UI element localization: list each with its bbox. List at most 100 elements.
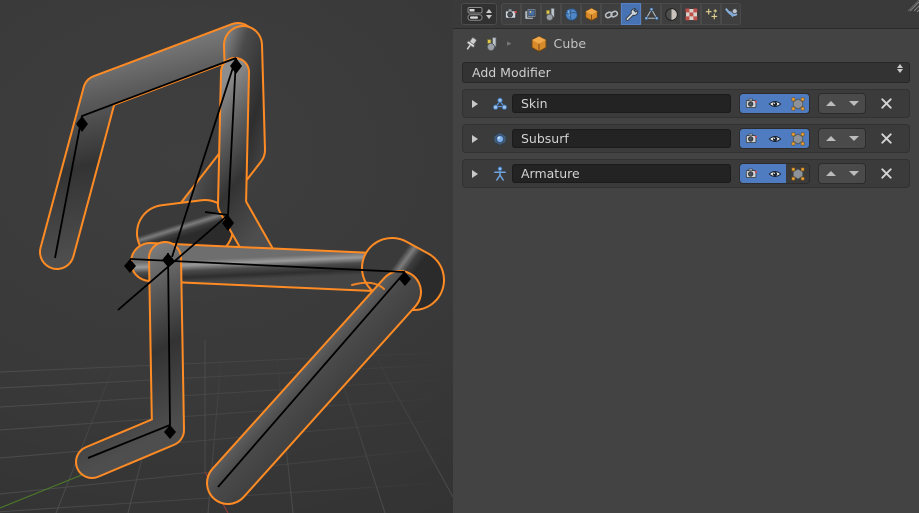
blender-window: ▸ Cube Add Modifier Skin Subsurf Armature bbox=[0, 0, 919, 513]
close-x-icon bbox=[880, 133, 892, 144]
properties-tab-meshdata[interactable] bbox=[641, 3, 661, 25]
modifier-expand-toggle[interactable] bbox=[462, 159, 488, 188]
eye-icon bbox=[768, 170, 781, 177]
modifier-display-toggles bbox=[740, 129, 809, 148]
editor-type-stepper[interactable] bbox=[485, 9, 492, 19]
properties-tab-scene[interactable] bbox=[521, 3, 541, 25]
breadcrumb: ▸ Cube bbox=[453, 29, 919, 58]
properties-tab-render[interactable] bbox=[501, 3, 521, 25]
modifier-type-icon-wrap bbox=[488, 159, 512, 188]
modifier-row[interactable]: Armature bbox=[462, 159, 910, 188]
breadcrumb-object-name: Cube bbox=[553, 36, 587, 51]
photos-icon bbox=[524, 7, 536, 20]
properties-tab-objectdata[interactable] bbox=[581, 3, 601, 25]
toggle-render[interactable] bbox=[740, 129, 763, 148]
properties-tab-strip bbox=[501, 3, 741, 25]
modifier-reorder-buttons bbox=[819, 164, 865, 183]
triangle-down-icon bbox=[848, 171, 859, 176]
toggle-editmode[interactable] bbox=[786, 94, 809, 113]
toggle-editmode[interactable] bbox=[786, 164, 809, 183]
triangle-right-icon bbox=[472, 169, 478, 178]
toggle-editmode[interactable] bbox=[786, 129, 809, 148]
triangle-right-icon bbox=[472, 99, 478, 108]
modifier-display-toggles bbox=[740, 164, 809, 183]
stepper-up-icon bbox=[485, 9, 492, 13]
editmode-icon bbox=[791, 132, 804, 145]
modifier-skin-icon bbox=[492, 97, 508, 110]
eye-icon bbox=[768, 135, 781, 142]
modifier-delete-button[interactable] bbox=[876, 94, 896, 113]
modifier-row[interactable]: Subsurf bbox=[462, 124, 910, 153]
mesh-data-icon bbox=[643, 6, 659, 20]
modifier-move-down-button[interactable] bbox=[842, 94, 865, 113]
properties-header bbox=[453, 0, 919, 29]
properties-tab-material[interactable] bbox=[661, 3, 681, 25]
globe-icon bbox=[564, 7, 578, 21]
cube-icon bbox=[584, 7, 598, 21]
toggle-realtime[interactable] bbox=[763, 94, 786, 113]
pin-icon[interactable] bbox=[463, 36, 479, 52]
object-props-icon[interactable] bbox=[485, 36, 501, 52]
material-sphere-icon bbox=[664, 7, 678, 21]
properties-tab-particles[interactable] bbox=[701, 3, 721, 25]
triangle-right-icon bbox=[472, 134, 478, 143]
properties-tab-texture[interactable] bbox=[681, 3, 701, 25]
object-props-icon bbox=[545, 7, 555, 21]
camera-icon bbox=[745, 98, 757, 108]
camera-icon bbox=[504, 8, 517, 19]
modifier-reorder-buttons bbox=[819, 129, 865, 148]
properties-tab-constraints[interactable] bbox=[601, 3, 621, 25]
properties-tab-modifiers[interactable] bbox=[621, 3, 641, 25]
editmode-icon bbox=[791, 97, 804, 110]
triangle-up-icon bbox=[825, 101, 836, 106]
particles-icon bbox=[705, 8, 717, 19]
properties-editor-icon bbox=[467, 7, 482, 21]
camera-icon bbox=[745, 133, 757, 143]
breadcrumb-separator: ▸ bbox=[507, 38, 512, 49]
physics-icon bbox=[724, 7, 738, 17]
add-modifier-dropdown[interactable]: Add Modifier bbox=[462, 62, 910, 83]
modifier-armature-icon bbox=[494, 165, 506, 181]
modifier-type-icon-wrap bbox=[488, 124, 512, 153]
modifier-row[interactable]: Skin bbox=[462, 89, 910, 118]
skinned-armature-object[interactable] bbox=[0, 0, 453, 513]
toggle-render[interactable] bbox=[740, 94, 763, 113]
modifier-move-down-button[interactable] bbox=[842, 129, 865, 148]
chevron-down-icon bbox=[897, 69, 903, 73]
add-modifier-container: Add Modifier bbox=[453, 58, 919, 83]
corner-resize-grip-icon[interactable] bbox=[901, 0, 919, 18]
modifier-move-up-button[interactable] bbox=[819, 164, 842, 183]
modifier-name-field[interactable]: Subsurf bbox=[512, 129, 731, 148]
modifier-expand-toggle[interactable] bbox=[462, 124, 488, 153]
modifier-delete-button[interactable] bbox=[876, 164, 896, 183]
toggle-render[interactable] bbox=[740, 164, 763, 183]
modifier-stack: Skin Subsurf Armature bbox=[453, 83, 919, 188]
modifier-name-field[interactable]: Skin bbox=[512, 94, 731, 113]
triangle-up-icon bbox=[825, 171, 836, 176]
modifier-move-down-button[interactable] bbox=[842, 164, 865, 183]
properties-tab-object[interactable] bbox=[541, 3, 561, 25]
toggle-realtime[interactable] bbox=[763, 129, 786, 148]
3d-viewport[interactable] bbox=[0, 0, 453, 513]
properties-editor: ▸ Cube Add Modifier Skin Subsurf Armature bbox=[453, 0, 919, 513]
modifier-move-up-button[interactable] bbox=[819, 94, 842, 113]
properties-tab-world[interactable] bbox=[561, 3, 581, 25]
editmode-icon bbox=[791, 167, 804, 180]
toggle-realtime[interactable] bbox=[763, 164, 786, 183]
modifier-name-field[interactable]: Armature bbox=[512, 164, 731, 183]
modifier-name-text: Armature bbox=[521, 166, 580, 181]
chain-icon bbox=[604, 9, 618, 19]
mesh-object-icon bbox=[531, 35, 547, 52]
modifier-name-text: Skin bbox=[521, 96, 548, 111]
modifier-display-toggles bbox=[740, 94, 809, 113]
modifier-subsurf-icon bbox=[493, 131, 507, 146]
triangle-down-icon bbox=[848, 136, 859, 141]
modifier-expand-toggle[interactable] bbox=[462, 89, 488, 118]
close-x-icon bbox=[880, 98, 892, 109]
modifier-move-up-button[interactable] bbox=[819, 129, 842, 148]
properties-tab-physics[interactable] bbox=[721, 3, 741, 25]
modifier-delete-button[interactable] bbox=[876, 129, 896, 148]
modifier-reorder-buttons bbox=[819, 94, 865, 113]
modifier-type-icon-wrap bbox=[488, 89, 512, 118]
editor-type-selector[interactable] bbox=[461, 3, 497, 25]
